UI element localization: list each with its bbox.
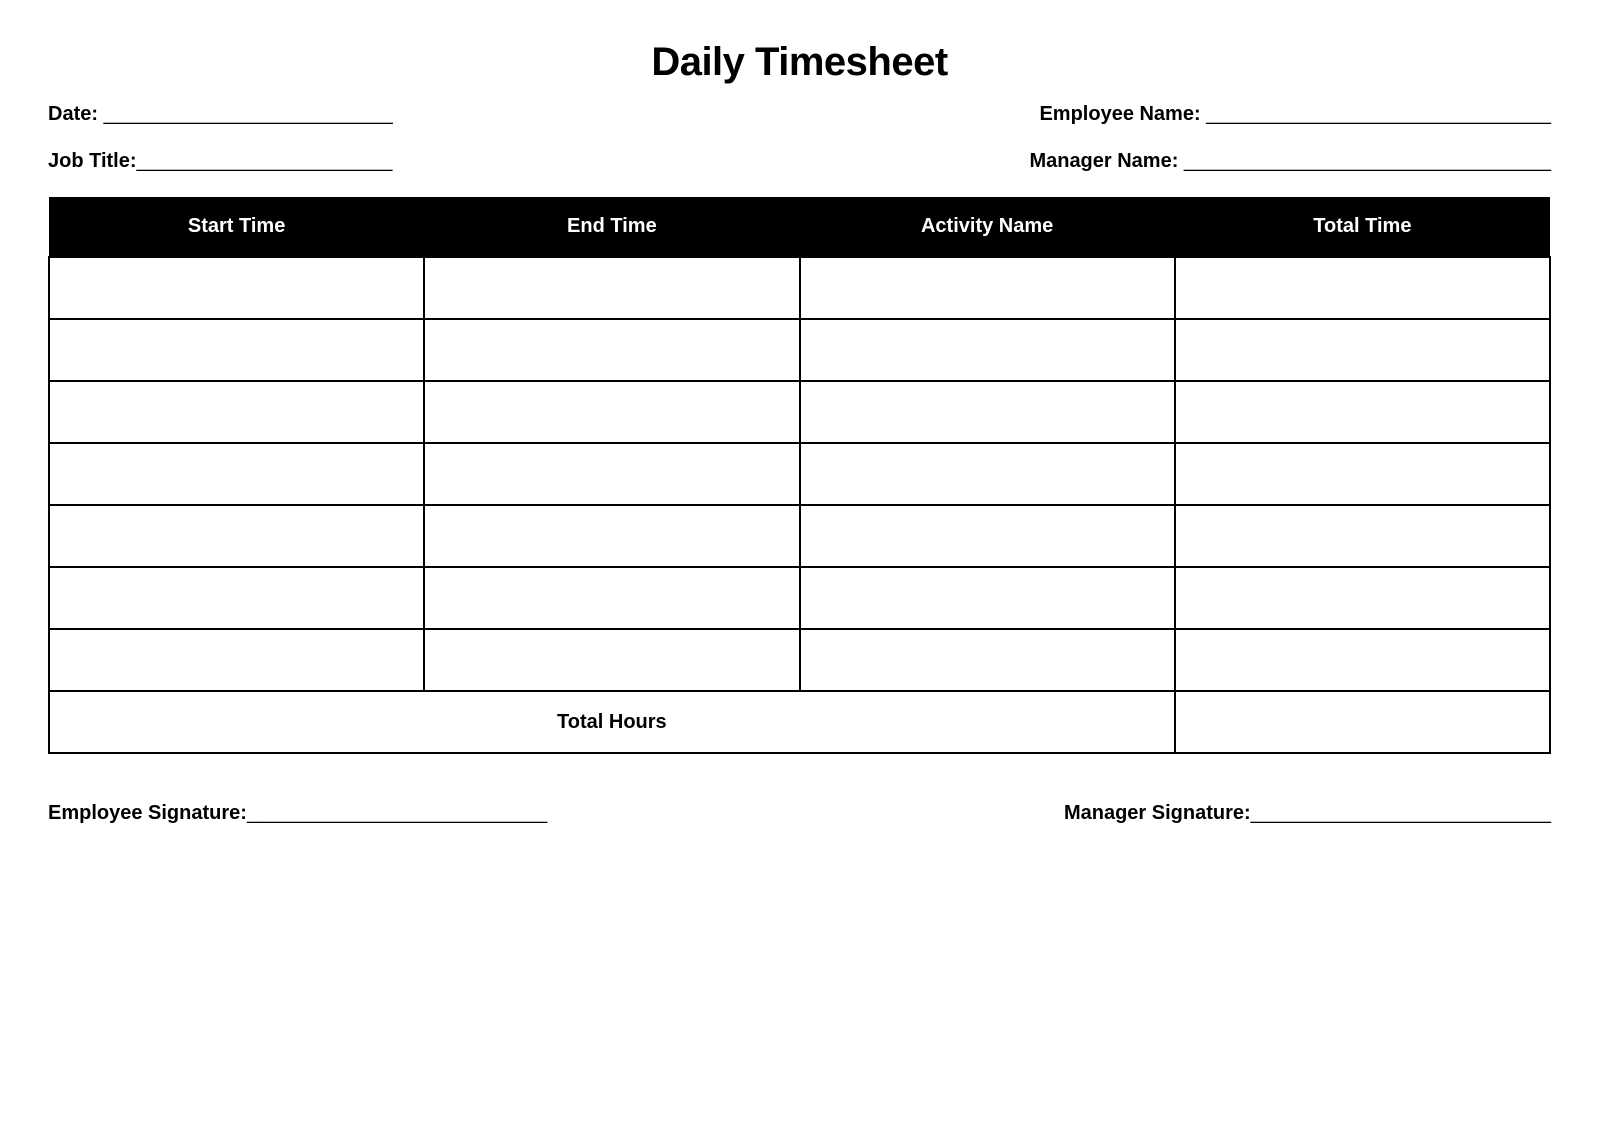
table-row bbox=[49, 443, 1550, 505]
table-header-row: Start Time End Time Activity Name Total … bbox=[49, 197, 1550, 257]
cell-total-time[interactable] bbox=[1175, 319, 1550, 381]
cell-start-time[interactable] bbox=[49, 319, 424, 381]
cell-end-time[interactable] bbox=[424, 319, 799, 381]
cell-end-time[interactable] bbox=[424, 629, 799, 691]
table-row bbox=[49, 505, 1550, 567]
date-blank[interactable]: __________________________ bbox=[98, 103, 393, 125]
header-end-time: End Time bbox=[424, 197, 799, 257]
manager-name-field: Manager Name: __________________________… bbox=[1029, 150, 1551, 173]
cell-start-time[interactable] bbox=[49, 381, 424, 443]
table-row bbox=[49, 257, 1550, 319]
manager-signature-field: Manager Signature:______________________… bbox=[1064, 802, 1551, 825]
cell-end-time[interactable] bbox=[424, 381, 799, 443]
total-hours-label: Total Hours bbox=[49, 691, 1175, 753]
employee-signature-blank[interactable]: ___________________________ bbox=[247, 802, 547, 824]
date-label: Date: bbox=[48, 103, 98, 125]
manager-signature-blank[interactable]: ___________________________ bbox=[1251, 802, 1551, 824]
cell-total-time[interactable] bbox=[1175, 381, 1550, 443]
cell-activity-name[interactable] bbox=[800, 629, 1175, 691]
cell-activity-name[interactable] bbox=[800, 319, 1175, 381]
manager-name-blank[interactable]: _________________________________ bbox=[1178, 150, 1551, 172]
signatures-row: Employee Signature:_____________________… bbox=[48, 802, 1551, 825]
employee-name-label: Employee Name: bbox=[1039, 103, 1200, 125]
cell-end-time[interactable] bbox=[424, 567, 799, 629]
table-row bbox=[49, 567, 1550, 629]
cell-start-time[interactable] bbox=[49, 629, 424, 691]
cell-start-time[interactable] bbox=[49, 567, 424, 629]
cell-total-hours[interactable] bbox=[1175, 691, 1550, 753]
cell-end-time[interactable] bbox=[424, 443, 799, 505]
job-title-label: Job Title: bbox=[48, 150, 137, 172]
cell-total-time[interactable] bbox=[1175, 505, 1550, 567]
date-field: Date: __________________________ bbox=[48, 103, 393, 126]
cell-activity-name[interactable] bbox=[800, 257, 1175, 319]
cell-total-time[interactable] bbox=[1175, 629, 1550, 691]
employee-name-field: Employee Name: _________________________… bbox=[1039, 103, 1551, 126]
info-row-1: Date: __________________________ Employe… bbox=[48, 103, 1551, 126]
cell-end-time[interactable] bbox=[424, 257, 799, 319]
header-activity-name: Activity Name bbox=[800, 197, 1175, 257]
cell-start-time[interactable] bbox=[49, 443, 424, 505]
page-title: Daily Timesheet bbox=[48, 40, 1551, 85]
job-title-blank[interactable]: _______________________ bbox=[137, 150, 393, 172]
job-title-field: Job Title:_______________________ bbox=[48, 150, 392, 173]
table-row bbox=[49, 319, 1550, 381]
cell-start-time[interactable] bbox=[49, 257, 424, 319]
employee-name-blank[interactable]: _______________________________ bbox=[1201, 103, 1551, 125]
manager-name-label: Manager Name: bbox=[1029, 150, 1178, 172]
timesheet-table: Start Time End Time Activity Name Total … bbox=[48, 197, 1551, 754]
table-total-row: Total Hours bbox=[49, 691, 1550, 753]
employee-signature-field: Employee Signature:_____________________… bbox=[48, 802, 547, 825]
cell-activity-name[interactable] bbox=[800, 567, 1175, 629]
table-row bbox=[49, 381, 1550, 443]
cell-total-time[interactable] bbox=[1175, 257, 1550, 319]
cell-total-time[interactable] bbox=[1175, 443, 1550, 505]
info-row-2: Job Title:_______________________ Manage… bbox=[48, 150, 1551, 173]
header-total-time: Total Time bbox=[1175, 197, 1550, 257]
cell-start-time[interactable] bbox=[49, 505, 424, 567]
manager-signature-label: Manager Signature: bbox=[1064, 802, 1251, 824]
cell-activity-name[interactable] bbox=[800, 443, 1175, 505]
cell-activity-name[interactable] bbox=[800, 505, 1175, 567]
header-start-time: Start Time bbox=[49, 197, 424, 257]
table-row bbox=[49, 629, 1550, 691]
cell-total-time[interactable] bbox=[1175, 567, 1550, 629]
cell-activity-name[interactable] bbox=[800, 381, 1175, 443]
cell-end-time[interactable] bbox=[424, 505, 799, 567]
employee-signature-label: Employee Signature: bbox=[48, 802, 247, 824]
